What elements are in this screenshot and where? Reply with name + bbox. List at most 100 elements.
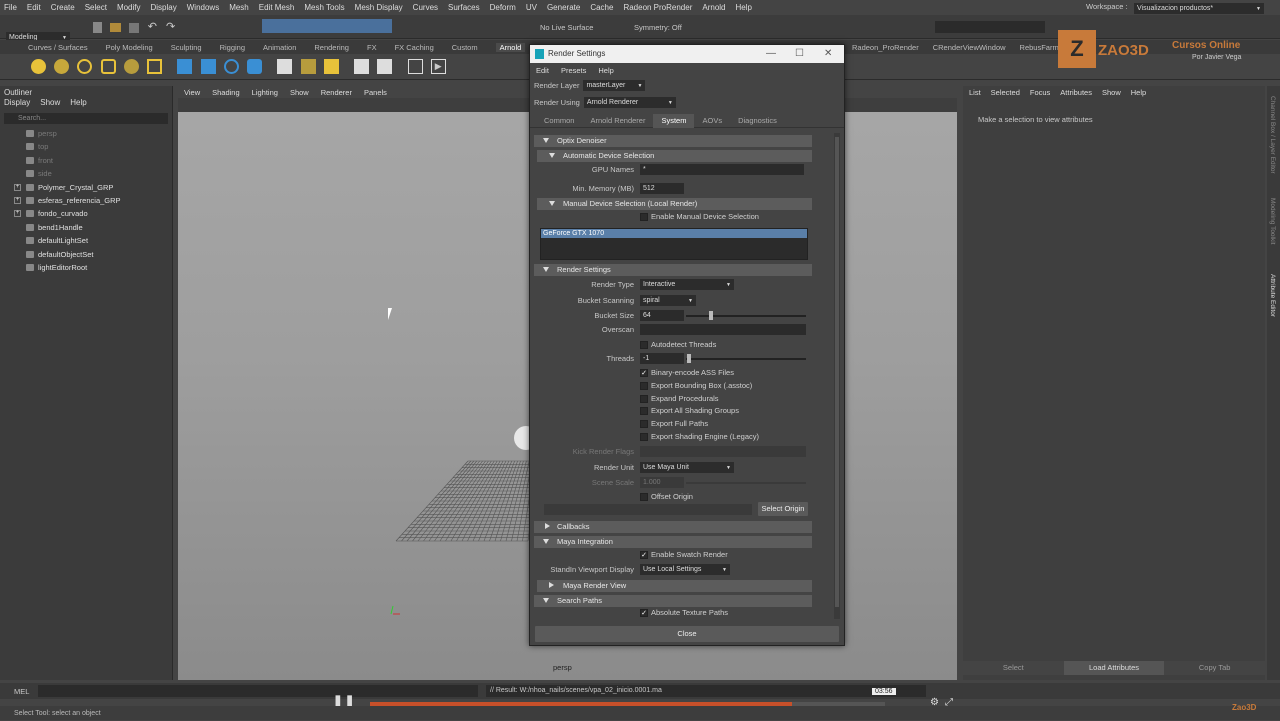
viewport-menu-item[interactable]: Renderer <box>321 88 352 97</box>
ae-menu-item[interactable]: Show <box>1102 88 1121 97</box>
tab-channel-box[interactable]: Channel Box / Layer Editor <box>1269 96 1276 174</box>
menu-item[interactable]: Curves <box>413 3 438 12</box>
section-maya-integration[interactable]: Maya Integration <box>534 536 812 548</box>
menu-item[interactable]: Modify <box>117 3 141 12</box>
flush-cache-icon[interactable] <box>300 59 316 74</box>
shelf-tab[interactable]: FX <box>367 43 377 52</box>
section-auto-device[interactable]: Automatic Device Selection <box>537 150 812 162</box>
portal-light-icon[interactable] <box>147 59 163 74</box>
render-layer-dropdown[interactable]: masterLayer <box>583 80 646 91</box>
outliner-menu-item[interactable]: Help <box>70 98 86 110</box>
ae-menu-item[interactable]: Focus <box>1030 88 1050 97</box>
section-render-settings[interactable]: Render Settings <box>534 264 812 276</box>
menu-item[interactable]: Surfaces <box>448 3 480 12</box>
maximize-icon[interactable]: ☐ <box>795 45 804 63</box>
play-render-icon[interactable]: ▶ <box>430 59 446 74</box>
menu-item[interactable]: Create <box>51 3 75 12</box>
redo-icon[interactable]: ↷ <box>166 20 176 35</box>
copy-tab-button[interactable]: Copy Tab <box>1164 661 1265 675</box>
physical-sky-icon[interactable] <box>123 59 139 74</box>
viewport-menu-item[interactable]: Shading <box>212 88 240 97</box>
sky-light-icon[interactable] <box>54 59 70 74</box>
menu-item[interactable]: Edit <box>27 3 41 12</box>
threads-handle[interactable] <box>687 354 691 363</box>
render-type-dropdown[interactable]: Interactive <box>640 279 734 290</box>
render-view-icon[interactable] <box>354 59 370 74</box>
close-icon[interactable]: ✕ <box>824 45 832 63</box>
ae-menu-item[interactable]: Attributes <box>1060 88 1092 97</box>
outliner-item[interactable]: side <box>0 167 172 180</box>
outliner-item[interactable]: + esferas_referencia_GRP <box>0 194 172 207</box>
menu-item[interactable]: Arnold <box>702 3 725 12</box>
menu-item[interactable]: Cache <box>590 3 613 12</box>
new-scene-icon[interactable] <box>93 22 102 33</box>
enable-manual-checkbox[interactable] <box>640 213 648 221</box>
command-lang[interactable]: MEL <box>14 687 29 696</box>
shelf-tab[interactable]: Sculpting <box>171 43 202 52</box>
tab-aovs[interactable]: AOVs <box>694 116 730 125</box>
menu-item[interactable]: Display <box>151 3 177 12</box>
shelf-tab[interactable]: Animation <box>263 43 296 52</box>
ae-menu-item[interactable]: List <box>969 88 981 97</box>
shader-ball-icon[interactable] <box>247 59 263 74</box>
section-callbacks[interactable]: Callbacks <box>534 521 812 533</box>
expand-icon[interactable]: + <box>14 183 21 191</box>
tab-common[interactable]: Common <box>536 116 582 125</box>
shelf-tab[interactable]: RebusFarm <box>1020 43 1059 52</box>
outliner-item[interactable]: + fondo_curvado <box>0 207 172 220</box>
ipr-icon[interactable] <box>377 59 393 74</box>
section-maya-render-view[interactable]: Maya Render View <box>537 580 812 592</box>
viewport-menu-item[interactable]: View <box>184 88 200 97</box>
menu-item[interactable]: Deform <box>490 3 516 12</box>
offset-origin-checkbox[interactable] <box>640 493 648 501</box>
save-scene-icon[interactable] <box>129 22 140 33</box>
section-search-paths[interactable]: Search Paths <box>534 595 812 607</box>
outliner-item[interactable]: persp <box>0 127 172 140</box>
undo-icon[interactable]: ↶ <box>148 20 158 35</box>
dialog-menu-item[interactable]: Presets <box>561 66 586 75</box>
gpu-names-input[interactable]: * <box>640 164 804 175</box>
shelf-tab[interactable]: FX Caching <box>395 43 434 52</box>
outliner-item[interactable]: + Polymer_Crystal_GRP <box>0 181 172 194</box>
outliner-item[interactable]: defaultObjectSet <box>0 248 172 261</box>
shelf-tab[interactable]: CRenderViewWindow <box>933 43 1006 52</box>
menu-item[interactable]: Edit Mesh <box>259 3 295 12</box>
menu-item[interactable]: UV <box>526 3 537 12</box>
outliner-item[interactable]: top <box>0 140 172 153</box>
dialog-menu-item[interactable]: Edit <box>536 66 549 75</box>
workspace-dropdown[interactable]: Visualizacion productos* <box>1134 3 1264 14</box>
render-unit-dropdown[interactable]: Use Maya Unit <box>640 462 734 473</box>
min-memory-input[interactable]: 512 <box>640 183 684 194</box>
ae-menu-item[interactable]: Selected <box>991 88 1020 97</box>
binary-encode-checkbox[interactable]: ✓ <box>640 369 648 377</box>
expand-icon[interactable]: + <box>14 210 21 218</box>
outliner-item[interactable]: lightEditorRoot <box>0 261 172 274</box>
light-manager-icon[interactable] <box>323 59 339 74</box>
dialog-scrollbar[interactable] <box>834 133 840 619</box>
selection-mask-icons[interactable] <box>262 19 392 33</box>
expand-icon[interactable]: + <box>14 196 21 204</box>
load-attributes-button[interactable]: Load Attributes <box>1063 661 1165 675</box>
shelf-tab[interactable]: Radeon_ProRender <box>852 43 919 52</box>
shelf-tab[interactable]: Rendering <box>314 43 349 52</box>
render-using-dropdown[interactable]: Arnold Renderer <box>583 97 676 108</box>
gpu-device-list[interactable]: GeForce GTX 1070 <box>540 228 808 260</box>
overscan-input[interactable] <box>640 324 806 335</box>
volume-icon[interactable] <box>200 59 216 74</box>
standin-icon[interactable] <box>177 59 193 74</box>
bucket-size-input[interactable]: 64 <box>640 310 684 321</box>
standin-display-dropdown[interactable]: Use Local Settings <box>640 564 730 575</box>
menu-item[interactable]: Windows <box>187 3 219 12</box>
outliner-item[interactable]: bend1Handle <box>0 221 172 234</box>
photometric-light-icon[interactable] <box>100 59 116 74</box>
hypershade-icon[interactable] <box>407 59 423 74</box>
section-manual-device[interactable]: Manual Device Selection (Local Render) <box>537 198 812 210</box>
texture-manager-icon[interactable] <box>277 59 293 74</box>
menu-item[interactable]: Select <box>85 3 107 12</box>
menu-item[interactable]: File <box>4 3 17 12</box>
shelf-tab[interactable]: Poly Modeling <box>106 43 153 52</box>
expand-procedurals-checkbox[interactable] <box>640 395 648 403</box>
autodetect-checkbox[interactable] <box>640 341 648 349</box>
shelf-tab[interactable]: Custom <box>452 43 478 52</box>
input-line-field[interactable] <box>935 21 1045 33</box>
